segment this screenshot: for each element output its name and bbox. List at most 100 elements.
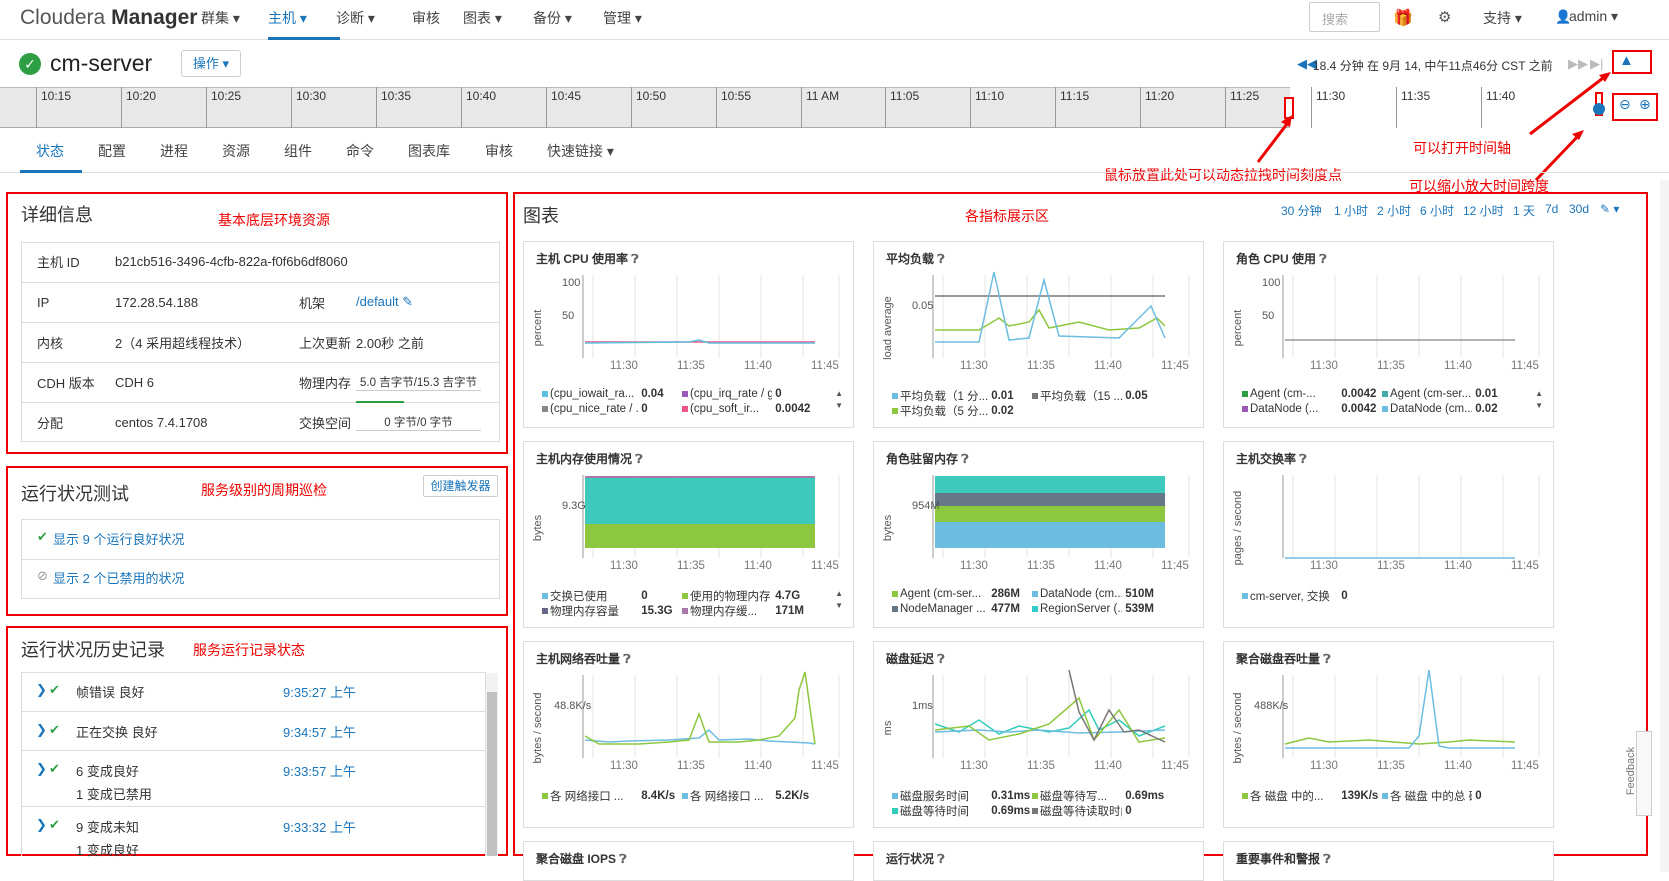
range-2h[interactable]: 2 小时: [1377, 202, 1411, 219]
tab-resources[interactable]: 资源: [222, 141, 250, 161]
legend-item[interactable]: Agent (cm-... 0.0042: [1242, 388, 1376, 400]
legend-label: (cpu_soft_ir...: [690, 403, 760, 415]
history-item[interactable]: ❯ ✔ 6 变成良好 9:33:57 上午 1 变成已禁用: [21, 750, 486, 806]
expand-chevron-icon[interactable]: ❯: [36, 722, 47, 738]
range-1d[interactable]: 1 天: [1513, 202, 1535, 219]
legend-label: DataNode (...: [1250, 403, 1319, 415]
legend-item[interactable]: DataNode (cm... 510M: [1032, 588, 1154, 600]
legend-item[interactable]: Agent (cm-ser... 0.01: [1382, 388, 1498, 400]
legend-value: 0.02: [1475, 403, 1498, 416]
legend-item[interactable]: (cpu_soft_ir... 0.0042: [682, 403, 810, 415]
metric-chart[interactable]: 主机内存使用情况 ❓︎ bytes 9.3G 11:30 11:35 11:40 11:45…: [523, 441, 854, 628]
help-icon[interactable]: ❓︎: [937, 652, 944, 666]
legend-value: 0: [641, 590, 648, 603]
legend-item[interactable]: (cpu_irq_rate / ge... 0: [682, 388, 782, 400]
legend-item[interactable]: RegionServer (... 539M: [1032, 603, 1154, 615]
history-time[interactable]: 9:33:57 上午: [283, 761, 356, 780]
legend-item[interactable]: (cpu_iowait_ra... 0.04: [542, 388, 664, 400]
legend-item[interactable]: 各 网络接口 ... 8.4K/s: [542, 788, 675, 804]
host-tabs: 状态 配置 进程 资源 组件 命令 图表库 审核 快速链接 ▾: [0, 133, 1669, 173]
show-disabled-link[interactable]: 显示 2 个已禁用的状况: [53, 568, 184, 587]
range-30d[interactable]: 30d: [1569, 202, 1589, 216]
legend-scroll-icon[interactable]: ▲ ▼: [835, 588, 843, 612]
expand-chevron-icon[interactable]: ❯: [36, 761, 47, 777]
range-7d[interactable]: 7d: [1545, 202, 1558, 216]
metric-chart[interactable]: 运行状况 ❓︎: [873, 841, 1204, 881]
legend-item[interactable]: 磁盘等待写... 0.69ms: [1032, 788, 1164, 804]
tab-commands[interactable]: 命令: [346, 141, 374, 161]
range-6h[interactable]: 6 小时: [1420, 202, 1454, 219]
help-icon[interactable]: ❓︎: [635, 452, 642, 466]
metric-chart[interactable]: 角色驻留内存 ❓︎ bytes 954M 11:30 11:35 11:40 11:45 Ag…: [873, 441, 1204, 628]
tab-processes[interactable]: 进程: [160, 141, 188, 161]
metric-chart[interactable]: 主机交换率 ❓︎ pages / second 11:30 11:35 11:40 11:…: [1223, 441, 1554, 628]
help-icon[interactable]: ❓︎: [1299, 452, 1306, 466]
help-icon[interactable]: ❓︎: [937, 252, 944, 266]
help-icon[interactable]: ❓︎: [937, 852, 944, 866]
metric-chart[interactable]: 角色 CPU 使用 ❓︎ percent 100 50 11:30 11:35 11:40 1…: [1223, 241, 1554, 428]
metric-chart[interactable]: 磁盘延迟 ❓︎ ms 1ms 11:30 11:35 11:40 11:45 磁盘服务时间 0…: [873, 641, 1204, 828]
history-time[interactable]: 9:34:57 上午: [283, 722, 356, 741]
metric-chart[interactable]: 主机网络吞吐量 ❓︎ bytes / second 48.8K/s 11:30 11:3…: [523, 641, 854, 828]
legend-item[interactable]: 各 磁盘 中的... 139K/s: [1242, 788, 1378, 804]
feedback-tab[interactable]: Feedback: [1625, 731, 1652, 816]
history-item[interactable]: ❯ ✔ 9 变成未知 9:33:32 上午 1 变成良好: [21, 806, 486, 862]
create-trigger-button[interactable]: 创建触发器: [423, 475, 498, 497]
help-icon[interactable]: ❓︎: [623, 652, 630, 666]
legend-item[interactable]: NodeManager ... 477M: [892, 603, 1020, 615]
tab-audit[interactable]: 审核: [485, 141, 513, 161]
legend-item[interactable]: 各 磁盘 中的总 磁... 0: [1382, 788, 1482, 804]
legend-scroll-icon[interactable]: ▲ ▼: [835, 388, 843, 412]
history-scrollbar-thumb[interactable]: [487, 692, 497, 856]
legend-item[interactable]: 使用的物理内存 4.7G: [682, 588, 800, 604]
legend-item[interactable]: Agent (cm-ser... 286M: [892, 588, 1020, 600]
tab-chart-library[interactable]: 图表库: [408, 141, 450, 161]
range-12h[interactable]: 12 小时: [1463, 202, 1504, 219]
metric-chart[interactable]: 聚合磁盘吞吐量 ❓︎ bytes / second 488K/s 11:30 11:35…: [1223, 641, 1554, 828]
legend-item[interactable]: DataNode (cm... 0.02: [1382, 403, 1498, 415]
help-icon[interactable]: ❓︎: [1323, 652, 1330, 666]
history-item[interactable]: ❯ ✔ 正在交换 良好 9:34:57 上午: [21, 711, 486, 750]
legend-item[interactable]: 平均负载（5 分... 0.02: [892, 403, 1014, 419]
y-axis-label: pages / second: [1232, 490, 1244, 566]
expand-chevron-icon[interactable]: ❯: [36, 682, 47, 698]
history-time[interactable]: 9:33:32 上午: [283, 817, 356, 836]
legend-item[interactable]: DataNode (... 0.0042: [1242, 403, 1376, 415]
metric-chart[interactable]: 聚合磁盘 IOPS ❓︎: [523, 841, 854, 881]
detail-value[interactable]: /default ✎: [356, 294, 413, 309]
tab-components[interactable]: 组件: [284, 141, 312, 161]
legend-item[interactable]: 物理内存容量 15.3G: [542, 603, 673, 619]
range-30m[interactable]: 30 分钟: [1281, 202, 1322, 219]
legend-item[interactable]: 磁盘等待时间 0.69ms: [892, 803, 1030, 819]
tab-config[interactable]: 配置: [98, 141, 126, 161]
tab-status[interactable]: 状态: [36, 141, 64, 161]
edit-range-icon[interactable]: ✎ ▾: [1600, 202, 1619, 216]
legend-item[interactable]: cm-server, 交换 0: [1242, 588, 1348, 604]
show-good-link[interactable]: 显示 9 个运行良好状况: [53, 529, 184, 548]
help-icon[interactable]: ❓︎: [1323, 852, 1330, 866]
legend-item[interactable]: 交换已使用 0: [542, 588, 648, 604]
metric-chart[interactable]: 主机 CPU 使用率 ❓︎ percent 100 50 11:30 11:35 11:40…: [523, 241, 854, 428]
history-item[interactable]: ❯ ✔ 帧错误 良好 9:35:27 上午: [21, 672, 486, 711]
legend-item[interactable]: 磁盘服务时间 0.31ms: [892, 788, 1030, 804]
legend-item[interactable]: 磁盘等待读取时间 0: [1032, 803, 1132, 819]
range-1h[interactable]: 1 小时: [1334, 202, 1368, 219]
legend-item[interactable]: 平均负载（15 ... 0.05: [1032, 388, 1148, 404]
help-icon[interactable]: ❓︎: [961, 452, 968, 466]
legend-item[interactable]: 平均负载（1 分... 0.01: [892, 388, 1014, 404]
metric-chart[interactable]: 重要事件和警报 ❓︎: [1223, 841, 1554, 881]
tab-quick-links[interactable]: 快速链接 ▾: [547, 141, 614, 161]
x-tick-label: 11:40: [744, 760, 772, 772]
page-scrollbar[interactable]: [1660, 180, 1669, 872]
help-icon[interactable]: ❓︎: [631, 252, 638, 266]
history-time[interactable]: 9:35:27 上午: [283, 682, 356, 701]
legend-item[interactable]: 各 网络接口 ... 5.2K/s: [682, 788, 809, 804]
expand-chevron-icon[interactable]: ❯: [36, 817, 47, 833]
metric-chart[interactable]: 平均负载 ❓︎ load average 0.05 11:30 11:35 11:40 11…: [873, 241, 1204, 428]
legend-label: (cpu_irq_rate / ge...: [690, 388, 772, 400]
help-icon[interactable]: ❓︎: [1319, 252, 1326, 266]
legend-item[interactable]: 物理内存缓... 171M: [682, 603, 804, 619]
legend-scroll-icon[interactable]: ▲ ▼: [1535, 388, 1543, 412]
legend-item[interactable]: (cpu_nice_rate / ... 0: [542, 403, 648, 415]
help-icon[interactable]: ❓︎: [619, 852, 626, 866]
